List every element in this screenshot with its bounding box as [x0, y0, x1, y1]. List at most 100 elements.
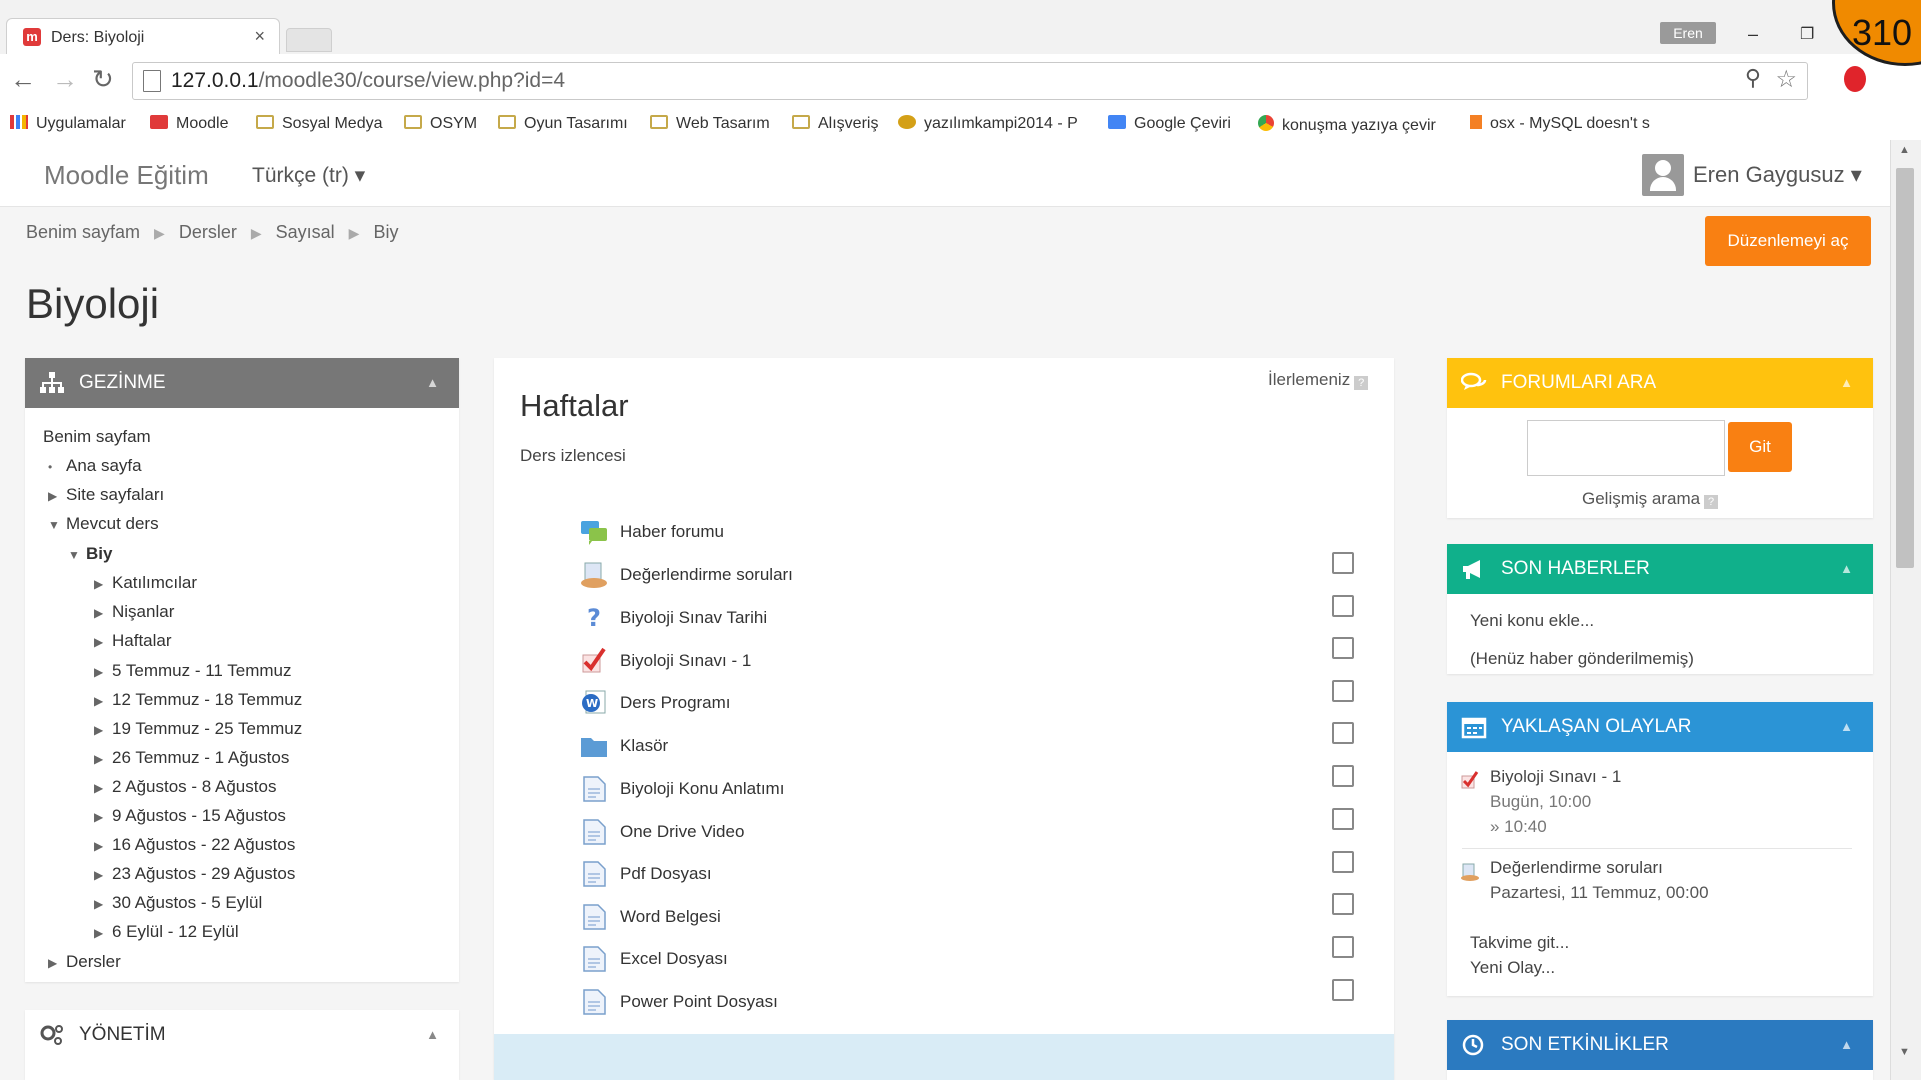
nav-tree-item[interactable]: Benim sayfam — [43, 427, 151, 447]
activity-link[interactable]: Word Belgesi — [620, 907, 721, 927]
nav-tree-item[interactable]: ▶ 12 Temmuz - 18 Temmuz — [94, 690, 302, 710]
event-link[interactable]: Değerlendirme soruları — [1490, 858, 1663, 878]
opera-extension-icon[interactable] — [1844, 66, 1866, 92]
collapsed-caret-icon[interactable]: ▶ — [94, 839, 112, 853]
completion-checkbox[interactable] — [1332, 637, 1354, 659]
breadcrumb-item[interactable]: Benim sayfam — [26, 222, 140, 242]
collapsed-caret-icon[interactable]: ▶ — [94, 926, 112, 940]
nav-tree-item[interactable]: ▼ Biy — [68, 544, 112, 564]
new-tab-button[interactable] — [286, 28, 332, 52]
bookmark-alisveris[interactable]: Alışveriş — [792, 115, 878, 133]
bookmark-apps[interactable]: Uygulamalar — [10, 115, 126, 133]
completion-checkbox[interactable] — [1332, 595, 1354, 617]
scroll-up-icon[interactable]: ▲ — [1899, 144, 1910, 156]
collapse-icon[interactable]: ▲ — [1840, 544, 1853, 594]
collapse-icon[interactable]: ▲ — [426, 358, 439, 408]
restore-icon[interactable]: ❐ — [1800, 24, 1814, 44]
nav-tree-item[interactable]: ▶ 2 Ağustos - 8 Ağustos — [94, 777, 276, 797]
completion-checkbox[interactable] — [1332, 808, 1354, 830]
activity-link[interactable]: Biyoloji Sınavı - 1 — [620, 651, 751, 671]
administration-block-header[interactable]: YÖNETİM ▲ — [25, 1010, 459, 1060]
bookmark-oyun-tasarimi[interactable]: Oyun Tasarımı — [498, 115, 628, 133]
completion-checkbox[interactable] — [1332, 722, 1354, 744]
nav-tree-item[interactable]: ▶ Site sayfaları — [48, 485, 164, 505]
collapsed-caret-icon[interactable]: ▶ — [94, 752, 112, 766]
collapsed-caret-icon[interactable]: ▶ — [94, 781, 112, 795]
collapsed-caret-icon[interactable]: ▶ — [94, 577, 112, 591]
nav-tree-item[interactable]: ▶ 19 Temmuz - 25 Temmuz — [94, 719, 302, 739]
collapse-icon[interactable]: ▲ — [426, 1010, 439, 1060]
recent-activity-header[interactable]: SON ETKİNLİKLER ▲ — [1447, 1020, 1873, 1070]
bookmark-osym[interactable]: OSYM — [404, 115, 477, 133]
activity-link[interactable]: Biyoloji Sınav Tarihi — [620, 608, 767, 628]
tab-close-icon[interactable]: × — [254, 26, 265, 47]
goto-calendar-link[interactable]: Takvime git... — [1470, 933, 1569, 953]
collapse-icon[interactable]: ▲ — [1840, 358, 1853, 408]
user-menu[interactable]: Eren Gaygusuz ▾ — [1693, 162, 1862, 188]
collapsed-caret-icon[interactable]: ▶ — [48, 489, 66, 503]
bookmark-yazilimkampi[interactable]: yazılımkampi2014 - P — [898, 115, 1078, 133]
event-link[interactable]: Biyoloji Sınavı - 1 — [1490, 767, 1621, 787]
scroll-down-icon[interactable]: ▼ — [1899, 1046, 1910, 1058]
profile-chip[interactable]: Eren — [1660, 22, 1716, 44]
site-brand[interactable]: Moodle Eğitim — [44, 160, 209, 191]
browser-tab[interactable]: m Ders: Biyoloji × — [6, 18, 280, 55]
latest-news-header[interactable]: SON HABERLER ▲ — [1447, 544, 1873, 594]
nav-tree-item[interactable]: ▶ Haftalar — [94, 631, 172, 651]
nav-tree-item[interactable]: ▶ 23 Ağustos - 29 Ağustos — [94, 864, 295, 884]
turn-editing-on-button[interactable]: Düzenlemeyi aç — [1705, 216, 1871, 266]
advanced-search-link[interactable]: Gelişmiş arama? — [1582, 489, 1719, 509]
nav-tree-item[interactable]: • Ana sayfa — [48, 456, 142, 476]
collapsed-caret-icon[interactable]: ▶ — [94, 665, 112, 679]
breadcrumb-item[interactable]: Biy — [373, 222, 398, 242]
forward-icon[interactable]: → — [52, 64, 78, 95]
nav-tree-item[interactable]: ▶ 16 Ağustos - 22 Ağustos — [94, 835, 295, 855]
activity-link[interactable]: Power Point Dosyası — [620, 992, 778, 1012]
activity-link[interactable]: Biyoloji Konu Anlatımı — [620, 779, 784, 799]
collapsed-caret-icon[interactable]: ▶ — [94, 723, 112, 737]
activity-link[interactable]: Excel Dosyası — [620, 949, 728, 969]
help-icon[interactable]: ? — [1704, 495, 1719, 509]
nav-tree-item[interactable]: ▶ 9 Ağustos - 15 Ağustos — [94, 806, 286, 826]
completion-checkbox[interactable] — [1332, 893, 1354, 915]
nav-tree-item[interactable]: ▶ Katılımcılar — [94, 573, 197, 593]
activity-link[interactable]: Pdf Dosyası — [620, 864, 712, 884]
back-icon[interactable]: ← — [10, 64, 36, 95]
avatar[interactable] — [1642, 154, 1684, 196]
nav-tree-item[interactable]: ▶ Dersler — [48, 952, 121, 972]
forum-search-input[interactable] — [1527, 420, 1725, 476]
activity-link[interactable]: One Drive Video — [620, 822, 744, 842]
completion-checkbox[interactable] — [1332, 552, 1354, 574]
completion-checkbox[interactable] — [1332, 680, 1354, 702]
expanded-caret-icon[interactable]: ▼ — [48, 518, 66, 532]
new-event-link[interactable]: Yeni Olay... — [1470, 958, 1555, 978]
collapsed-caret-icon[interactable]: ▶ — [94, 897, 112, 911]
scrollbar-thumb[interactable] — [1896, 168, 1914, 568]
collapsed-caret-icon[interactable]: ▶ — [94, 868, 112, 882]
reload-icon[interactable]: ↻ — [92, 64, 114, 95]
bookmark-sosyal-medya[interactable]: Sosyal Medya — [256, 115, 383, 133]
collapsed-caret-icon[interactable]: ▶ — [94, 635, 112, 649]
completion-checkbox[interactable] — [1332, 979, 1354, 1001]
completion-checkbox[interactable] — [1332, 936, 1354, 958]
nav-tree-item[interactable]: ▶ 30 Ağustos - 5 Eylül — [94, 893, 262, 913]
completion-checkbox[interactable] — [1332, 765, 1354, 787]
activity-link[interactable]: Değerlendirme soruları — [620, 565, 793, 585]
collapsed-caret-icon[interactable]: ▶ — [94, 694, 112, 708]
bookmark-konusma[interactable]: konuşma yazıya çevir — [1258, 115, 1436, 135]
zoom-icon[interactable]: ⚲ — [1745, 65, 1761, 91]
collapse-icon[interactable]: ▲ — [1840, 702, 1853, 752]
activity-link[interactable]: Haber forumu — [620, 522, 724, 542]
add-topic-link[interactable]: Yeni konu ekle... — [1470, 611, 1594, 631]
breadcrumb-item[interactable]: Sayısal — [276, 222, 335, 242]
collapsed-caret-icon[interactable]: ▶ — [94, 606, 112, 620]
nav-tree-item[interactable]: ▶ 26 Temmuz - 1 Ağustos — [94, 748, 289, 768]
nav-tree-item[interactable]: ▶ Nişanlar — [94, 602, 174, 622]
nav-tree-item[interactable]: ▶ 5 Temmuz - 11 Temmuz — [94, 661, 292, 681]
bookmark-osx-mysql[interactable]: osx - MySQL doesn't s — [1470, 115, 1650, 133]
expanded-caret-icon[interactable]: ▼ — [68, 548, 86, 562]
nav-tree-item[interactable]: ▶ 6 Eylül - 12 Eylül — [94, 922, 239, 942]
collapse-icon[interactable]: ▲ — [1840, 1020, 1853, 1070]
nav-tree-item[interactable]: ▼ Mevcut ders — [48, 514, 159, 534]
completion-checkbox[interactable] — [1332, 851, 1354, 873]
